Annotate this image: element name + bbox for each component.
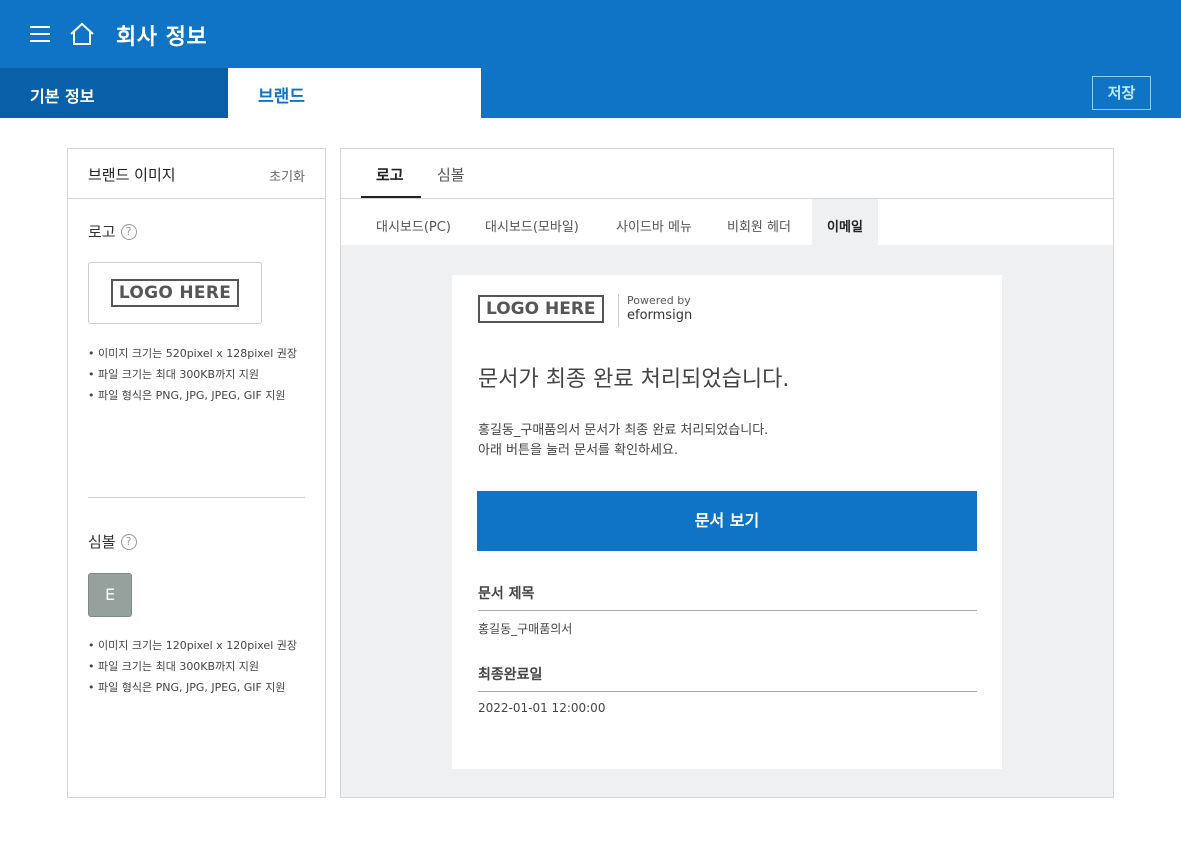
completed-date-label: 최종완료일 [478, 667, 543, 683]
doc-title-label: 문서 제목 [478, 586, 535, 602]
powered-by-brand: eformsign [627, 308, 693, 323]
brand-image-panel: 브랜드 이미지 초기화 로고 ? LOGO HERE • 이미지 크기는 520… [67, 148, 326, 798]
doc-title-value: 홍길동_구매품의서 [478, 622, 573, 636]
subtab-email[interactable]: 이메일 [812, 199, 878, 245]
help-icon[interactable]: ? [120, 533, 137, 550]
page-title: 회사 정보 [116, 25, 208, 50]
preview-panel: 로고 심볼 대시보드(PC) 대시보드(모바일) 사이드바 메뉴 비회원 헤더 … [340, 148, 1114, 798]
completed-date-value: 2022-01-01 12:00:00 [478, 701, 606, 715]
section-divider [88, 497, 305, 498]
note-item: • 파일 크기는 최대 300KB까지 지원 [88, 660, 260, 673]
panel-title: 브랜드 이미지 [88, 166, 176, 184]
note-item: • 파일 형식은 PNG, JPG, JPEG, GIF 지원 [88, 389, 286, 402]
preview-sub-tabs: 대시보드(PC) 대시보드(모바일) 사이드바 메뉴 비회원 헤더 이메일 [341, 199, 1113, 245]
email-preview-area: LOGO HERE Powered by eformsign 문서가 최종 완료… [341, 245, 1113, 797]
tab-symbol[interactable]: 심볼 [437, 164, 465, 185]
symbol-label: 심볼 [88, 533, 116, 551]
field-divider [478, 610, 977, 611]
reset-button[interactable]: 초기화 [269, 166, 305, 185]
email-body-line: 아래 버튼을 눌러 문서를 확인하세요. [478, 443, 679, 458]
email-logo: LOGO HERE [478, 295, 604, 323]
logo-placeholder: LOGO HERE [110, 279, 240, 307]
help-icon[interactable]: ? [120, 223, 137, 240]
tab-logo[interactable]: 로고 [376, 164, 404, 185]
logo-section-label: 로고 ? [88, 221, 137, 242]
logo-notes: • 이미지 크기는 520pixel x 128pixel 권장 • 파일 크기… [88, 343, 297, 406]
home-icon[interactable] [69, 22, 95, 46]
active-tab-indicator [361, 196, 421, 198]
note-item: • 이미지 크기는 120pixel x 120pixel 권장 [88, 639, 297, 652]
note-item: • 파일 크기는 최대 300KB까지 지원 [88, 368, 260, 381]
email-heading: 문서가 최종 완료 처리되었습니다. [478, 367, 790, 392]
email-body-line: 홍길동_구매품의서 문서가 최종 완료 처리되었습니다. [478, 423, 769, 438]
hamburger-menu-icon[interactable] [30, 26, 50, 42]
powered-by-text: Powered by [627, 294, 691, 307]
email-preview-card: LOGO HERE Powered by eformsign 문서가 최종 완료… [452, 275, 1002, 769]
save-button[interactable]: 저장 [1092, 76, 1151, 110]
symbol-notes: • 이미지 크기는 120pixel x 120pixel 권장 • 파일 크기… [88, 635, 297, 698]
note-item: • 파일 형식은 PNG, JPG, JPEG, GIF 지원 [88, 681, 286, 694]
note-item: • 이미지 크기는 520pixel x 128pixel 권장 [88, 347, 297, 360]
logo-upload-box[interactable]: LOGO HERE [88, 262, 262, 324]
tab-brand[interactable]: 브랜드 [228, 68, 481, 118]
view-document-button[interactable]: 문서 보기 [477, 491, 977, 551]
subtab-guest-header[interactable]: 비회원 헤더 [727, 199, 791, 245]
field-divider [478, 691, 977, 692]
symbol-section-label: 심볼 ? [88, 531, 137, 552]
symbol-upload-box[interactable]: E [88, 573, 132, 617]
preview-tabs: 로고 심볼 [341, 149, 1113, 199]
powered-by-block: Powered by eformsign [618, 294, 692, 327]
top-header: 회사 정보 [0, 0, 1181, 68]
subtab-dashboard-pc[interactable]: 대시보드(PC) [376, 199, 451, 245]
panel-header: 브랜드 이미지 초기화 [68, 149, 325, 199]
subtab-dashboard-mobile[interactable]: 대시보드(모바일) [485, 199, 579, 245]
email-body: 홍길동_구매품의서 문서가 최종 완료 처리되었습니다. 아래 버튼을 눌러 문… [478, 421, 768, 461]
tab-basic-info[interactable]: 기본 정보 [0, 68, 228, 118]
tab-bar: 기본 정보 브랜드 저장 [0, 68, 1181, 118]
subtab-sidebar-menu[interactable]: 사이드바 메뉴 [616, 199, 692, 245]
logo-label: 로고 [88, 223, 116, 241]
